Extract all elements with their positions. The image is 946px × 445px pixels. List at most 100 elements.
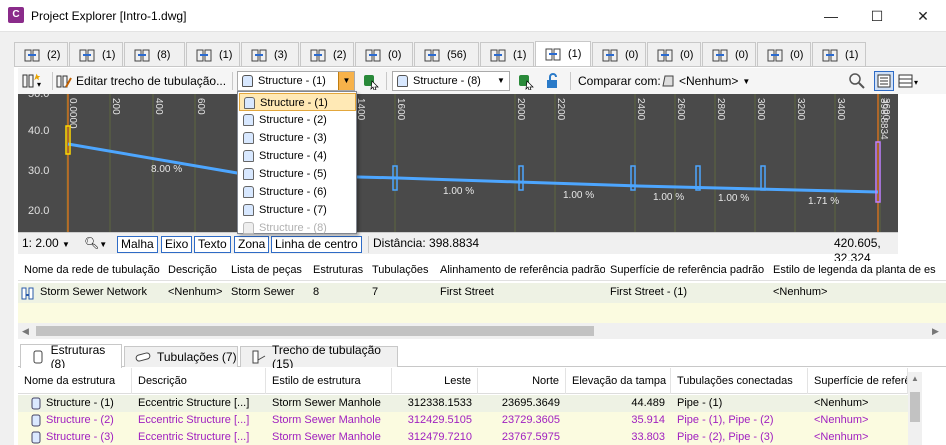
dropdown-option[interactable]: Structure - (7) bbox=[239, 201, 356, 219]
compare-value: <Nenhum> bbox=[679, 74, 739, 88]
column-header[interactable]: Estruturas bbox=[313, 264, 368, 276]
column-header[interactable]: Elevação da tampa bbox=[566, 368, 671, 394]
tab-view-frame[interactable]: (0) bbox=[757, 42, 811, 66]
column-header[interactable]: Nome da rede de tubulação bbox=[24, 264, 164, 276]
edit-run-icon bbox=[56, 75, 72, 88]
structure-icon bbox=[243, 168, 254, 180]
chevron-down-icon[interactable]: ▼ bbox=[338, 72, 354, 90]
layout-icon: ▾ bbox=[898, 74, 918, 88]
column-header[interactable]: Descrição bbox=[168, 264, 228, 276]
dropdown-option-label: Structure - (6) bbox=[259, 186, 327, 198]
toggle-zone-button[interactable]: Zona bbox=[234, 236, 270, 253]
horizontal-scrollbar[interactable]: ◀ ▶ bbox=[18, 323, 946, 339]
toggle-axis-button[interactable]: Eixo bbox=[161, 236, 193, 253]
layout-options-button[interactable]: ▾ bbox=[898, 71, 922, 91]
view-frame-icon bbox=[767, 49, 783, 61]
tab-pressure-network[interactable]: (0) bbox=[592, 42, 646, 66]
table-cell: 23695.3649 bbox=[501, 397, 560, 409]
dropdown-option[interactable]: Structure - (1) bbox=[239, 93, 356, 111]
toolbar-separator bbox=[232, 72, 233, 90]
column-header[interactable]: Nome da estrutura bbox=[18, 368, 132, 394]
compare-select[interactable]: <Nenhum> ▼ bbox=[661, 71, 750, 91]
tab-parcel[interactable]: (1) bbox=[480, 42, 534, 66]
column-header[interactable]: Leste bbox=[392, 368, 478, 394]
start-structure-select[interactable]: Structure - (1) ▼ bbox=[237, 71, 355, 91]
dropdown-option[interactable]: Structure - (4) bbox=[239, 147, 356, 165]
tab-feature-line[interactable]: (0) bbox=[355, 42, 413, 66]
scale-select[interactable]: 1: 2.00 ▼ bbox=[22, 236, 70, 253]
table-row[interactable]: Storm Sewer Network <Nenhum> Storm Sewer 8 7… bbox=[18, 283, 946, 303]
pick-structure-icon bbox=[364, 75, 379, 90]
scrollbar-thumb[interactable] bbox=[910, 392, 920, 422]
dropdown-option[interactable]: Structure - (2) bbox=[239, 111, 356, 129]
chevron-right-icon[interactable]: ▶ bbox=[932, 326, 939, 337]
column-header[interactable]: Norte bbox=[478, 368, 566, 394]
column-header[interactable]: Tubulações conectadas bbox=[671, 368, 808, 394]
dropdown-option: Structure - (8) bbox=[239, 219, 356, 237]
table-cell: Structure - (2) bbox=[46, 414, 114, 426]
chevron-up-icon[interactable]: ▲ bbox=[911, 374, 919, 383]
column-header[interactable]: Lista de peças bbox=[231, 264, 309, 276]
tab-corridor[interactable]: (1) bbox=[186, 42, 240, 66]
column-header[interactable]: Descrição bbox=[132, 368, 266, 394]
chevron-down-icon: ▼ bbox=[99, 240, 108, 249]
tab-pipe-runs[interactable]: Trecho de tubulação (15) bbox=[240, 343, 398, 371]
edit-run-button[interactable]: Editar trecho de tubulação... bbox=[56, 71, 226, 91]
unlock-button[interactable] bbox=[545, 71, 561, 91]
maximize-button[interactable]: ☐ bbox=[854, 0, 900, 32]
vertical-scrollbar[interactable]: ▲ bbox=[908, 372, 922, 445]
tab-surface[interactable]: (2) bbox=[300, 42, 354, 66]
close-button[interactable]: ✕ bbox=[900, 0, 946, 32]
minimize-button[interactable]: — bbox=[808, 0, 854, 32]
column-header[interactable]: Alinhamento de referência padrão bbox=[440, 264, 605, 276]
tab-structures[interactable]: Estruturas (8) bbox=[20, 343, 122, 371]
column-header[interactable]: Tubulações bbox=[372, 264, 434, 276]
start-structure-value: Structure - (1) bbox=[258, 75, 326, 87]
tab-alignment[interactable]: (2) bbox=[14, 42, 68, 66]
list-view-button[interactable] bbox=[874, 71, 894, 91]
end-structure-select[interactable]: Structure - (8) ▼ bbox=[392, 71, 510, 91]
table-row[interactable]: Structure - (1) Eccentric Structure [...]… bbox=[18, 395, 908, 412]
chevron-left-icon[interactable]: ◀ bbox=[22, 326, 29, 337]
tab-count: (2) bbox=[333, 48, 347, 61]
pick-end-structure-button[interactable] bbox=[517, 71, 535, 91]
table-cell: Pipe - (2), Pipe - (3) bbox=[677, 431, 774, 443]
column-header[interactable]: Superfície de referê bbox=[808, 368, 908, 394]
tab-sample-line[interactable]: (3) bbox=[241, 42, 299, 66]
pick-start-structure-button[interactable] bbox=[362, 71, 380, 91]
tab-point-group[interactable]: (0) bbox=[702, 42, 756, 66]
tab-profile[interactable]: (1) bbox=[69, 42, 123, 66]
zoom-menu-button[interactable]: 🔍︎▼ bbox=[84, 236, 107, 253]
dropdown-option[interactable]: Structure - (6) bbox=[239, 183, 356, 201]
column-header[interactable]: Estilo de estrutura bbox=[266, 368, 392, 394]
toggle-centerline-button[interactable]: Linha de centro bbox=[271, 236, 362, 253]
column-header[interactable]: Estilo de legenda da planta de es bbox=[773, 264, 946, 276]
empty-table-area bbox=[18, 303, 946, 323]
table-cell: Storm Sewer Manhole bbox=[272, 414, 381, 426]
tab-pipe[interactable]: (56) bbox=[414, 42, 479, 66]
new-run-button[interactable]: ▾ bbox=[21, 71, 43, 91]
profile-view-icon bbox=[134, 49, 150, 61]
tab-profile-view[interactable]: (8) bbox=[124, 42, 185, 66]
slope-label: 1.00 % bbox=[718, 193, 749, 204]
toggle-text-button[interactable]: Texto bbox=[194, 236, 231, 253]
column-header[interactable]: Superfície de referência padrão bbox=[610, 264, 768, 276]
table-row[interactable]: Structure - (2) Eccentric Structure [...]… bbox=[18, 412, 908, 429]
tab-catchment[interactable]: (1) bbox=[812, 42, 866, 66]
scrollbar-thumb[interactable] bbox=[36, 326, 594, 336]
table-row[interactable]: Structure - (3) Eccentric Structure [...]… bbox=[18, 429, 908, 445]
x-tick-label: 200 bbox=[110, 98, 121, 115]
dropdown-option-label: Structure - (7) bbox=[259, 204, 327, 216]
profile-preview[interactable]: 50.0 40.0 30.0 20.0 0.0000 200 400 600 1400 1600 2… bbox=[18, 94, 898, 232]
tab-pipe-network[interactable]: (1) bbox=[535, 41, 591, 66]
tab-assembly[interactable]: (0) bbox=[647, 42, 701, 66]
network-table: Nome da rede de tubulação Descrição Lista … bbox=[18, 261, 946, 323]
table-cell: <Nenhum> bbox=[814, 414, 869, 426]
table-cell: Eccentric Structure [...] bbox=[138, 397, 250, 409]
dropdown-option[interactable]: Structure - (5) bbox=[239, 165, 356, 183]
zoom-button[interactable] bbox=[848, 71, 866, 91]
tab-pipes[interactable]: Tubulações (7) bbox=[124, 346, 238, 367]
dropdown-option[interactable]: Structure - (3) bbox=[239, 129, 356, 147]
chevron-down-icon[interactable]: ▼ bbox=[493, 72, 509, 90]
toggle-grid-button[interactable]: Malha bbox=[117, 236, 158, 253]
